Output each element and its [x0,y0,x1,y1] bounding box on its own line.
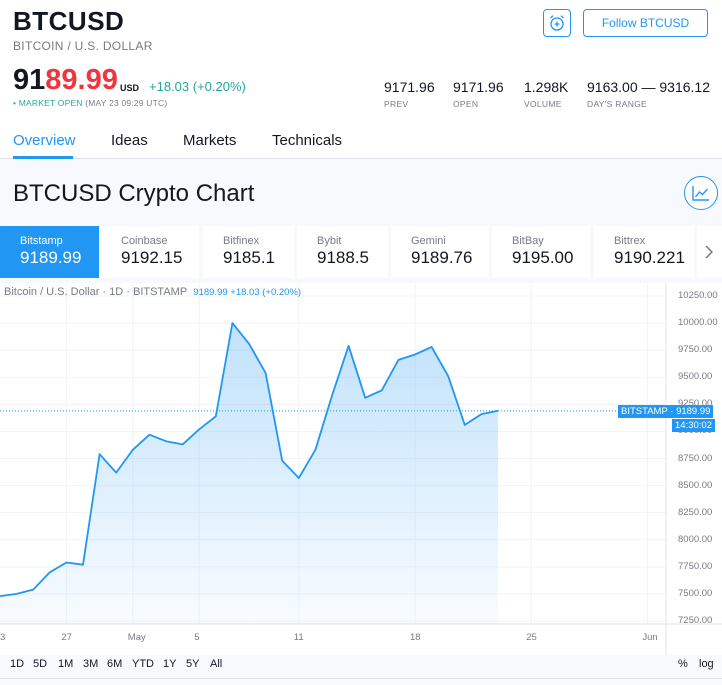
price-main: 91 [13,64,46,96]
price-axis-label: 8500.00 [678,479,713,491]
exchange-bitstamp[interactable]: Bitstamp 9189.99 [0,226,99,278]
range-5y[interactable]: 5Y [186,658,199,670]
range-1d[interactable]: 1D [10,658,24,670]
stat-range-value: 9163.00 — 9316.12 [587,79,710,95]
exchange-name: Bittrex [614,235,646,247]
exchange-price: 9192.15 [121,248,183,267]
range-ytd[interactable]: YTD [132,658,154,670]
exchange-name: Bitstamp [20,235,63,247]
exchange-price: 9189.76 [411,248,473,267]
exchange-bittrex[interactable]: Bittrex 9190.221 [594,226,694,278]
price-axis-label: 7250.00 [678,615,713,626]
range-6m[interactable]: 6M [107,658,122,670]
full-chart-button[interactable] [684,176,718,210]
range-all[interactable]: All [210,658,222,670]
price-axis-label: 7750.00 [678,560,713,572]
price-axis-label: 10250.00 [678,290,718,301]
range-1m[interactable]: 1M [58,658,73,670]
time-axis-label: 25 [526,632,537,643]
exchange-price: 9190.221 [614,248,685,267]
tab-ideas[interactable]: Ideas [111,132,148,149]
percent-scale-toggle[interactable]: % [678,658,688,670]
symbol-description: BITCOIN / U.S. DOLLAR [13,39,153,53]
stat-open-value: 9171.96 [453,79,504,95]
exchange-name: BitBay [512,235,544,247]
exchange-price: 9189.99 [20,248,82,267]
price-axis-label: 8250.00 [678,506,713,518]
price-axis-label: 7500.00 [678,587,713,599]
legend-value: 9189.99 +18.03 (+0.20%) [193,287,302,298]
legend-text: Bitcoin / U.S. Dollar · 1D · BITSTAMP [4,286,188,298]
time-axis-label: May [127,632,146,643]
exchanges-next-button[interactable] [697,226,722,278]
stat-prev-label: PREV [384,99,409,109]
alarm-clock-plus-icon [550,15,564,31]
exchange-bitfinex[interactable]: Bitfinex 9185.1 [203,226,294,278]
exchange-price: 9195.00 [512,248,574,267]
countdown-tag: 14:30:02 [672,418,715,432]
range-1y[interactable]: 1Y [163,658,176,670]
stat-open-label: OPEN [453,99,479,109]
stat-range-label: DAY'S RANGE [587,99,648,109]
exchange-name: Bybit [317,235,342,247]
price-change: +18.03 (+0.20%) [149,79,246,94]
exchange-name: Coinbase [121,235,168,247]
exchange-coinbase[interactable]: Coinbase 9192.15 [101,226,199,278]
price-axis-label: 9750.00 [678,344,713,356]
symbol-title: BTCUSD [13,6,125,36]
range-5d[interactable]: 5D [33,658,47,670]
exchange-name: Bitfinex [223,235,260,247]
last-price: 9189.99 [13,64,118,97]
add-alert-button[interactable] [543,9,571,37]
price-tag: BITSTAMP · 9189.99 [618,404,714,418]
chart-legend: Bitcoin / U.S. Dollar · 1D · BITSTAMP 91… [4,286,301,298]
price-currency: USD [120,83,140,93]
range-3m[interactable]: 3M [83,658,98,670]
time-axis-label: 3 [0,632,6,643]
chart-area [0,322,666,624]
market-time: (MAY 23 09:29 UTC) [85,98,168,108]
price-highlight: 89.99 [45,64,118,96]
bottom-divider [0,678,722,679]
chart-line-icon [692,186,709,201]
exchange-gemini[interactable]: Gemini 9189.76 [391,226,489,278]
exchange-bitbay[interactable]: BitBay 9195.00 [492,226,590,278]
time-axis-label: 27 [61,632,72,643]
exchange-price: 9185.1 [223,248,275,267]
chart-canvas[interactable] [0,283,722,655]
chart-section-title: BTCUSD Crypto Chart [13,180,255,207]
stat-volume-value: 1.298K [524,79,569,95]
exchange-bybit[interactable]: Bybit 9188.5 [297,226,388,278]
exchange-name: Gemini [411,235,446,247]
price-axis-label: 8000.00 [678,533,713,545]
tab-technicals[interactable]: Technicals [272,132,342,149]
market-status: • MARKET OPEN (MAY 23 09:29 UTC) [13,98,167,108]
time-axis-label: 11 [293,632,304,643]
tab-markets[interactable]: Markets [183,132,236,149]
price-axis-label: 9500.00 [678,371,713,383]
stat-volume-label: VOLUME [524,99,562,109]
exchange-price: 9188.5 [317,248,369,267]
chevron-right-icon [705,245,713,259]
time-axis-label: 18 [410,632,421,643]
stat-prev-value: 9171.96 [384,79,435,95]
price-axis-label: 10000.00 [678,317,718,329]
follow-button[interactable]: Follow BTCUSD [583,9,708,37]
series-area-fill [0,323,498,624]
market-status-label: • MARKET OPEN [13,98,83,108]
time-axis-label: Jun [642,632,658,643]
price-axis-label: 8750.00 [678,452,713,464]
log-scale-toggle[interactable]: log [699,658,714,670]
time-axis-label: 5 [194,632,200,643]
tab-overview[interactable]: Overview [13,132,76,149]
